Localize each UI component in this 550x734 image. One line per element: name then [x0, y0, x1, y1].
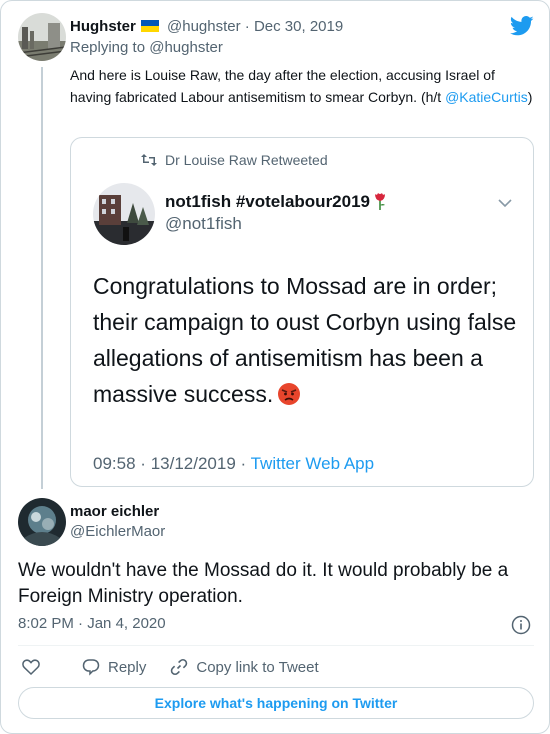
ukraine-flag-icon [140, 20, 159, 32]
meta-separator: · [244, 18, 250, 35]
reply-tweet-date[interactable]: Jan 4, 2020 [87, 615, 165, 632]
parent-tweet-text-main: And here is Louise Raw, the day after th… [70, 67, 495, 105]
quoted-author-name[interactable]: not1fish #votelabour2019 [165, 192, 370, 211]
explore-twitter-button[interactable]: Explore what's happening on Twitter [18, 687, 534, 719]
angry-face-emoji-icon [278, 383, 301, 405]
meta-separator: · [140, 454, 146, 473]
hughster-avatar[interactable] [18, 13, 66, 61]
quoted-tweet-date[interactable]: 13/12/2019 [151, 454, 236, 473]
rose-emoji-icon [375, 193, 386, 210]
link-icon [171, 658, 188, 676]
parent-tweet-text-end: ) [527, 89, 533, 105]
quoted-author-handle[interactable]: @not1fish [165, 214, 242, 234]
replying-to-line: Replying to @hughster [70, 39, 223, 56]
parent-tweet-header: Hughster @hughster · Dec 30, 2019 [70, 17, 343, 37]
meta-separator: · [78, 615, 84, 632]
quoted-tweet-text-body: Congratulations to Mossad are in order; … [93, 273, 517, 407]
reply-tweet-meta: 8:02 PM · Jan 4, 2020 [18, 615, 166, 632]
tweet-actions-bar: Reply Copy link to Tweet [18, 655, 319, 679]
mention-link-katiecurtis[interactable]: @KatieCurtis [445, 89, 528, 105]
reply-button-label: Reply [108, 658, 147, 676]
chevron-down-icon[interactable] [498, 198, 512, 208]
quoted-tweet-time[interactable]: 09:58 [93, 454, 136, 473]
retweeted-by-line: Dr Louise Raw Retweeted [141, 152, 328, 168]
quoted-tweet-meta: 09:58 · 13/12/2019 · Twitter Web App [93, 454, 374, 474]
tweet-embed-card: Hughster @hughster · Dec 30, 2019 Replyi… [0, 0, 550, 734]
parent-tweet-date[interactable]: Dec 30, 2019 [254, 18, 343, 35]
reply-bubble-icon [82, 659, 100, 676]
reply-tweet-time[interactable]: 8:02 PM [18, 615, 74, 632]
parent-author-name[interactable]: Hughster [70, 18, 136, 35]
quoted-tweet-text: Congratulations to Mossad are in order; … [93, 268, 523, 412]
thread-connector-line [41, 67, 43, 489]
tweet-source-link[interactable]: Twitter Web App [251, 454, 374, 473]
maor-eichler-avatar[interactable] [18, 498, 66, 546]
reply-tweet-text: We wouldn't have the Mossad do it. It wo… [18, 560, 509, 607]
retweeted-by-label[interactable]: Dr Louise Raw Retweeted [165, 152, 328, 168]
actions-divider [18, 645, 534, 646]
retweet-icon [141, 154, 157, 166]
info-icon[interactable] [511, 615, 531, 635]
copy-link-label: Copy link to Tweet [196, 658, 319, 676]
like-button[interactable] [22, 659, 48, 675]
reply-author-name[interactable]: maor eichler [70, 503, 159, 520]
parent-tweet-text: And here is Louise Raw, the day after th… [70, 64, 535, 108]
reply-author-handle[interactable]: @EichlerMaor [70, 523, 165, 540]
meta-separator: · [240, 454, 247, 473]
replying-to-label: Replying to [70, 39, 146, 56]
quoted-author-name-line: not1fish #votelabour2019 [165, 191, 387, 212]
parent-author-handle[interactable]: @hughster [167, 18, 241, 35]
reply-button[interactable]: Reply [82, 658, 146, 676]
twitter-bird-icon[interactable] [510, 16, 534, 36]
heart-icon [22, 659, 40, 675]
replying-to-handle[interactable]: @hughster [149, 39, 223, 56]
quoted-tweet-card[interactable]: Dr Louise Raw Retweeted not1fish #votela… [70, 137, 534, 487]
copy-link-button[interactable]: Copy link to Tweet [170, 658, 319, 676]
not1fish-avatar[interactable] [93, 183, 155, 245]
